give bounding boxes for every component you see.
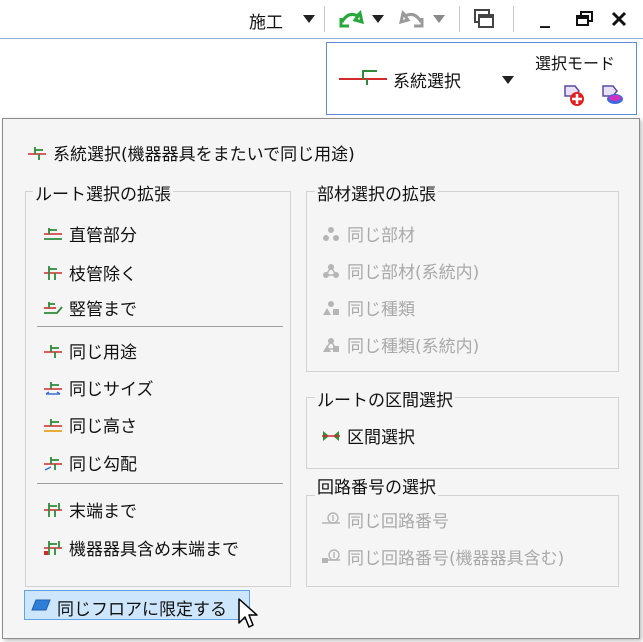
menu-item-same-size[interactable]: 同じサイズ [43, 375, 154, 400]
system-line-icon [339, 70, 387, 85]
menu-item-same-type: 同じ種類 [321, 295, 415, 320]
menu-item-same-height[interactable]: 同じ高さ [43, 412, 137, 437]
mode-dropdown-arrow[interactable] [303, 15, 315, 23]
restore-button[interactable] [576, 11, 594, 27]
menu-item-label: 同じ高さ [69, 417, 137, 437]
menu-item-label: 同じ種類(系統内) [347, 337, 480, 357]
menu-item-label: 区間選択 [347, 428, 415, 448]
menu-item-exclude-branch[interactable]: 枝管除く [43, 260, 137, 285]
member-extend-title: 部材選択の拡張 [315, 180, 438, 205]
menu-item-to-vertical-pipe[interactable]: 竪管まで [43, 295, 137, 320]
menu-item-label: 同じ用途 [69, 343, 137, 363]
circuit-number-title: 回路番号の選択 [315, 473, 438, 498]
menu-item-same-member-in-system: 同じ部材(系統内) [321, 258, 479, 283]
menu-item-label: 末端まで [69, 502, 137, 522]
remove-selection-icon[interactable] [599, 83, 625, 109]
menu-item-label: 同じ種類 [347, 300, 415, 320]
redo-icon [399, 10, 424, 28]
same-floor-label: 同じフロアに限定する [57, 600, 227, 620]
system-select-dropdown-arrow[interactable] [502, 76, 514, 84]
minimize-button[interactable]: _ [540, 4, 550, 28]
same-type-icon [323, 300, 339, 315]
route-section-title: ルートの区間選択 [315, 386, 455, 411]
menu-item-label: 同じサイズ [69, 380, 154, 400]
toolbar-separator [459, 6, 460, 32]
route-extend-title: ルート選択の拡張 [33, 180, 173, 205]
redo-dropdown-arrow [433, 15, 445, 23]
undo-dropdown-arrow[interactable] [372, 15, 384, 23]
toolbar-separator [324, 6, 325, 32]
system-select-button[interactable]: 系統選択 [393, 67, 461, 92]
menu-item-label: 同じ回路番号 [347, 512, 449, 532]
to-end-equipment-icon [44, 540, 62, 555]
same-floor-toggle[interactable]: 同じフロアに限定する [24, 590, 250, 620]
add-selection-icon[interactable] [561, 83, 587, 109]
toolbar-separator [513, 6, 514, 32]
menu-item-same-member: 同じ部材 [321, 221, 415, 246]
title-toolbar: 施工 _ [0, 0, 643, 38]
menu-item-straight-pipe[interactable]: 直管部分 [43, 221, 137, 246]
menu-item-label: 同じ部材 [347, 226, 415, 246]
close-button[interactable] [611, 11, 627, 27]
menu-item-label: 機器器具含め末端まで [69, 540, 239, 560]
same-type-system-icon [323, 337, 339, 352]
system-select-icon [28, 146, 46, 160]
construction-mode-label[interactable]: 施工 [249, 8, 283, 33]
same-member-system-icon [323, 263, 339, 278]
menu-item-label: 竪管まで [69, 300, 137, 320]
same-circuit-equipment-icon [322, 548, 340, 563]
system-select-group: 系統選択 選択モード [326, 42, 637, 115]
floor-plane-icon [31, 599, 51, 611]
menu-item-to-end[interactable]: 末端まで [43, 497, 137, 522]
exclude-branch-icon [44, 265, 62, 280]
menu-item-same-circuit-with-equipment: 同じ回路番号(機器器具含む) [321, 544, 564, 569]
menu-item-system-select-across-equipment[interactable]: 系統選択(機器器具をまたいで同じ用途) [27, 140, 355, 165]
same-circuit-icon [322, 511, 340, 524]
menu-item-label: 同じ回路番号(機器器具含む) [347, 549, 565, 569]
same-slope-icon [44, 456, 62, 471]
to-end-icon [44, 502, 62, 517]
menu-item-same-type-in-system: 同じ種類(系統内) [321, 332, 479, 357]
menu-item-same-use[interactable]: 同じ用途 [43, 338, 137, 363]
select-mode-title: 選択モード [535, 54, 616, 73]
same-member-icon [323, 226, 339, 241]
menu-item-label: 系統選択(機器器具をまたいで同じ用途) [53, 145, 355, 165]
menu-item-label: 同じ勾配 [69, 455, 137, 475]
system-select-menu: 系統選択(機器器具をまたいで同じ用途) ルート選択の拡張 直管部分 枝管除く 竪… [2, 118, 640, 639]
menu-item-section-select[interactable]: 区間選択 [321, 423, 415, 448]
menu-item-label: 同じ部材(系統内) [347, 263, 480, 283]
window-switch-icon[interactable] [473, 8, 495, 30]
menu-item-same-circuit: 同じ回路番号 [321, 507, 449, 532]
section-select-icon [322, 430, 340, 441]
menu-item-label: 直管部分 [69, 226, 137, 246]
menu-separator [37, 483, 283, 484]
same-size-icon [44, 381, 62, 395]
same-height-icon [44, 418, 62, 432]
undo-icon[interactable] [338, 8, 364, 30]
menu-item-label: 枝管除く [69, 265, 137, 285]
straight-pipe-icon [44, 227, 62, 240]
menu-separator [37, 326, 283, 327]
vertical-pipe-icon [44, 301, 63, 314]
menu-item-same-slope[interactable]: 同じ勾配 [43, 450, 137, 475]
same-use-icon [44, 344, 62, 358]
menu-item-to-end-with-equipment[interactable]: 機器器具含め末端まで [43, 535, 239, 560]
mouse-cursor-icon [238, 598, 258, 628]
